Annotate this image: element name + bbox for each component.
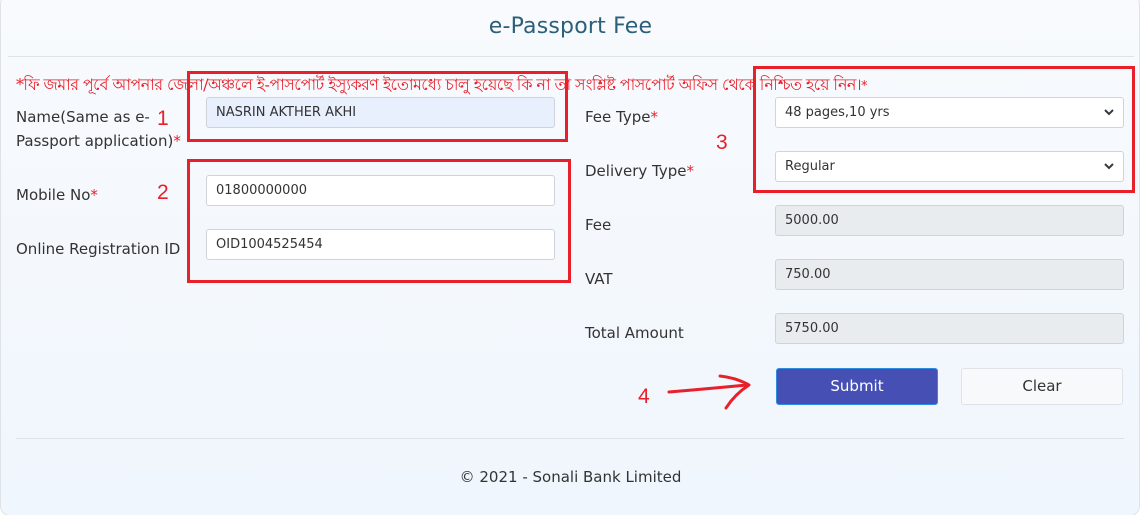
registration-label: Online Registration ID [16,240,181,258]
fee-label: Fee [585,216,612,234]
footer-copyright: © 2021 - Sonali Bank Limited [459,468,682,486]
annotation-number-2: 2 [157,181,169,204]
delivery-type-label: Delivery Type* [585,159,694,183]
fee-field: 5000.00 [775,205,1124,236]
mobile-label-text: Mobile No [16,186,91,204]
required-marker: * [686,162,694,180]
page-title: e-Passport Fee [488,14,653,39]
annotation-number-3: 3 [716,131,728,154]
name-label-line1: Name(Same as e- [16,108,150,126]
clear-button[interactable]: Clear [961,368,1123,405]
divider-bottom [16,438,1124,439]
vat-label: VAT [585,270,613,288]
required-marker: * [650,108,659,126]
submit-button[interactable]: Submit [776,368,938,405]
name-label-line2: Passport application) [16,132,174,150]
fee-type-label: Fee Type* [585,105,658,129]
annotation-box-1 [187,71,568,142]
fee-type-label-text: Fee Type [585,108,651,126]
required-marker: * [90,186,98,204]
annotation-number-1: 1 [157,107,169,130]
annotation-box-2 [187,159,571,283]
mobile-label: Mobile No* [16,183,98,207]
annotation-box-3 [753,66,1135,193]
vat-field: 750.00 [775,259,1124,290]
required-marker: * [173,132,181,150]
delivery-type-label-text: Delivery Type [585,162,687,180]
annotation-number-4: 4 [638,385,650,408]
annotation-arrow-icon [667,374,751,410]
total-amount-label: Total Amount [585,324,684,342]
total-amount-field: 5750.00 [775,313,1124,344]
divider-top [8,56,1134,57]
